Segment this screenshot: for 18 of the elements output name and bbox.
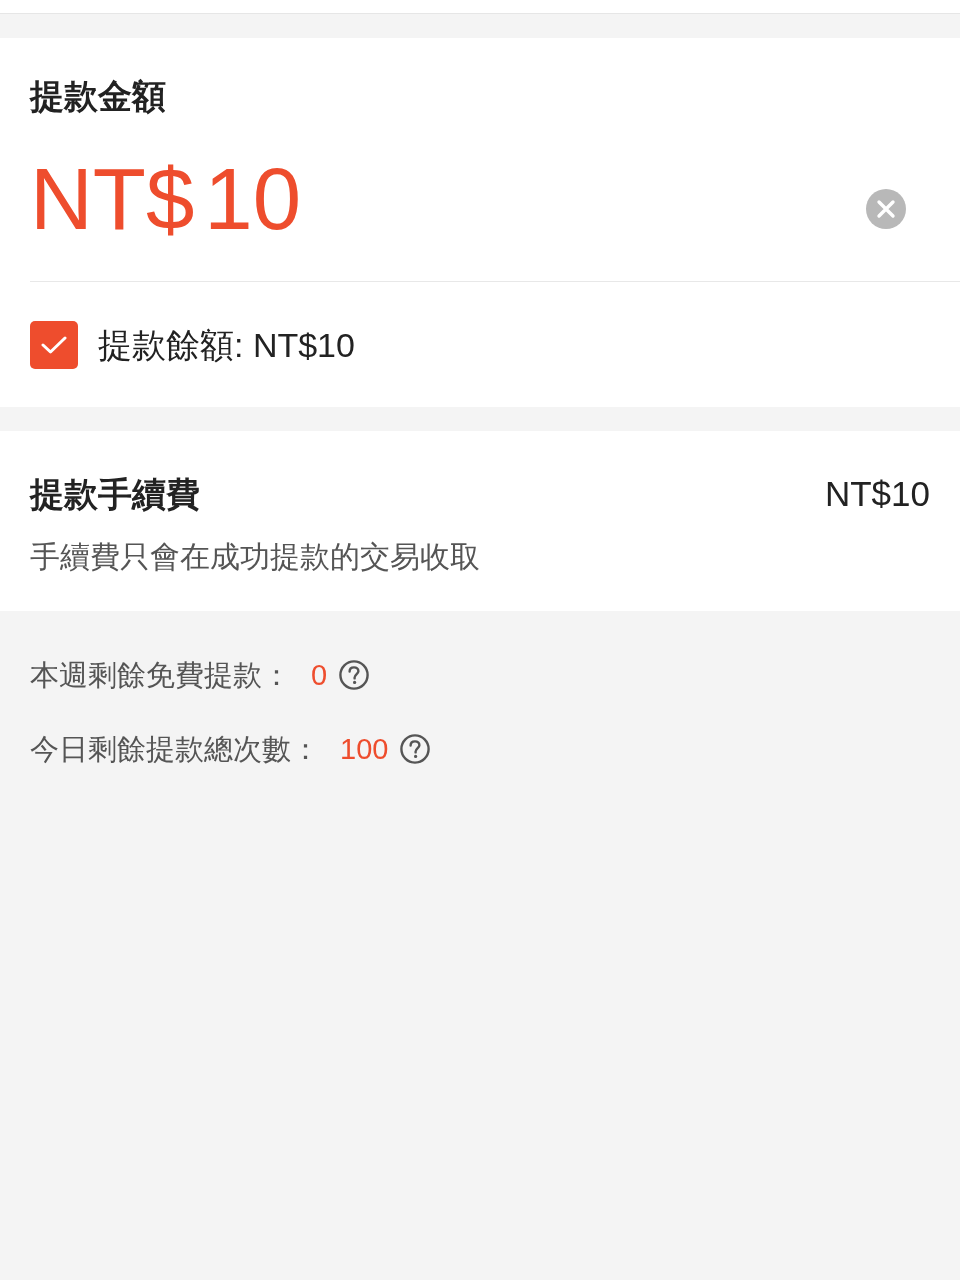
checkbox[interactable]	[30, 320, 78, 369]
help-button[interactable]	[400, 734, 431, 764]
limit-value: 100	[340, 732, 389, 767]
tick-icon	[41, 335, 67, 354]
fee-title: 提款手續費	[30, 474, 200, 514]
help-icon	[400, 734, 431, 764]
limit-value: 0	[311, 658, 328, 693]
clear-icon	[866, 188, 906, 229]
limit-label: 今日剩餘提款總次數：	[30, 732, 320, 767]
currency-label: NT$	[30, 148, 195, 249]
fee-amount: NT$10	[824, 474, 930, 514]
help-button[interactable]	[339, 660, 370, 690]
amount-input[interactable]: 10	[204, 148, 311, 249]
fee-note: 手續費只會在成功提款的交易收取	[30, 539, 480, 575]
section-title: 提款金額	[30, 76, 166, 116]
help-icon	[339, 660, 370, 690]
limit-label: 本週剩餘免費提款：	[30, 658, 291, 693]
checkbox-label: 提款餘額: NT$10	[98, 324, 355, 365]
